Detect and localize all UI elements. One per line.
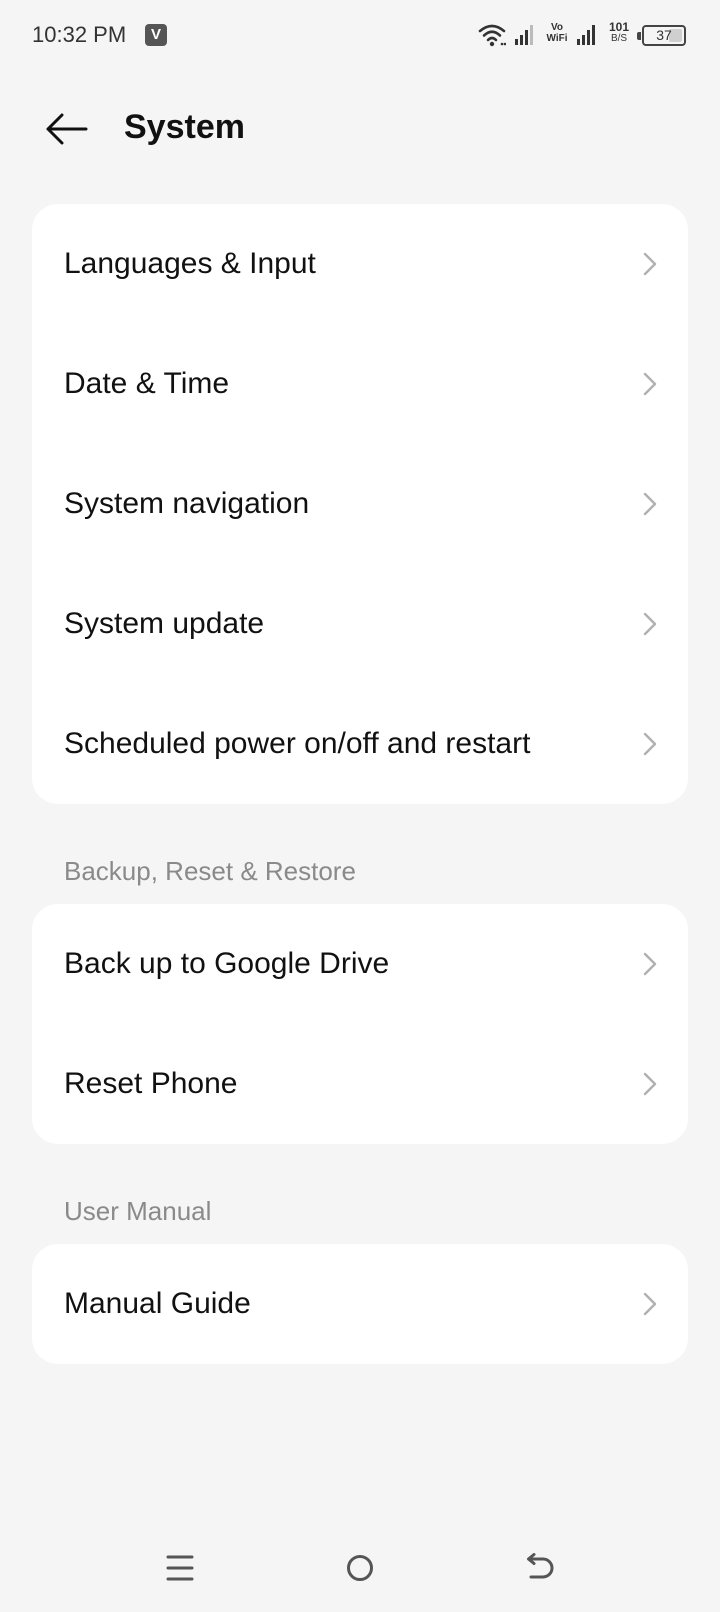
battery-icon: 37 xyxy=(637,25,686,46)
chevron-right-icon xyxy=(643,1072,657,1096)
row-label: System update xyxy=(64,607,265,640)
cellular-signal-icon-2 xyxy=(577,25,595,45)
row-label: Date & Time xyxy=(64,367,230,400)
network-speed-unit: B/S xyxy=(610,33,628,44)
cellular-signal-icon xyxy=(515,25,533,45)
chevron-right-icon xyxy=(643,1292,657,1316)
menu-icon xyxy=(166,1555,194,1581)
section-header-backup: Backup, Reset & Restore xyxy=(64,856,356,886)
network-speed: 101 B/S xyxy=(606,20,632,44)
wifi-icon xyxy=(478,24,506,47)
chevron-right-icon xyxy=(643,252,657,276)
chevron-right-icon xyxy=(643,612,657,636)
back-return-icon xyxy=(527,1553,554,1579)
row-date-time[interactable]: Date & Time xyxy=(32,324,688,444)
back-button[interactable] xyxy=(36,104,96,154)
app-notification-icon: V xyxy=(145,24,167,46)
page-title: System xyxy=(124,108,245,146)
app-header: System xyxy=(0,90,720,170)
row-scheduled-power[interactable]: Scheduled power on/off and restart xyxy=(32,684,688,804)
vowifi-line2: WiFi xyxy=(546,33,568,44)
row-languages-input[interactable]: Languages & Input xyxy=(32,204,688,324)
row-system-navigation[interactable]: System navigation xyxy=(32,444,688,564)
row-label: System navigation xyxy=(64,487,310,520)
row-system-update[interactable]: System update xyxy=(32,564,688,684)
chevron-right-icon xyxy=(643,952,657,976)
vowifi-indicator: Vo WiFi xyxy=(544,22,570,44)
row-manual-guide[interactable]: Manual Guide xyxy=(32,1244,688,1364)
chevron-right-icon xyxy=(643,372,657,396)
user-manual-card: Manual Guide xyxy=(32,1244,688,1364)
vowifi-line1: Vo xyxy=(550,22,564,33)
row-backup-google-drive[interactable]: Back up to Google Drive xyxy=(32,904,688,1024)
row-reset-phone[interactable]: Reset Phone xyxy=(32,1024,688,1144)
home-button[interactable] xyxy=(330,1540,390,1596)
recent-apps-button[interactable] xyxy=(150,1540,210,1596)
row-label: Manual Guide xyxy=(64,1287,251,1320)
row-label: Scheduled power on/off and restart xyxy=(64,727,531,760)
battery-level: 37 xyxy=(656,27,672,43)
system-nav-bar xyxy=(0,1540,720,1612)
row-label: Reset Phone xyxy=(64,1067,238,1100)
system-settings-card: Languages & Input Date & Time System nav… xyxy=(32,204,688,804)
arrow-left-icon xyxy=(46,113,88,145)
home-circle-icon xyxy=(347,1555,373,1581)
status-time: 10:32 PM xyxy=(32,22,127,47)
status-bar: 10:32 PM V Vo WiFi 101 B/S 37 xyxy=(0,0,720,72)
chevron-right-icon xyxy=(643,732,657,756)
row-label: Languages & Input xyxy=(64,247,316,280)
backup-card: Back up to Google Drive Reset Phone xyxy=(32,904,688,1144)
chevron-right-icon xyxy=(643,492,657,516)
section-header-user-manual: User Manual xyxy=(64,1196,212,1226)
row-label: Back up to Google Drive xyxy=(64,947,390,980)
network-speed-value: 101 xyxy=(608,20,630,34)
back-nav-button[interactable] xyxy=(510,1540,570,1596)
